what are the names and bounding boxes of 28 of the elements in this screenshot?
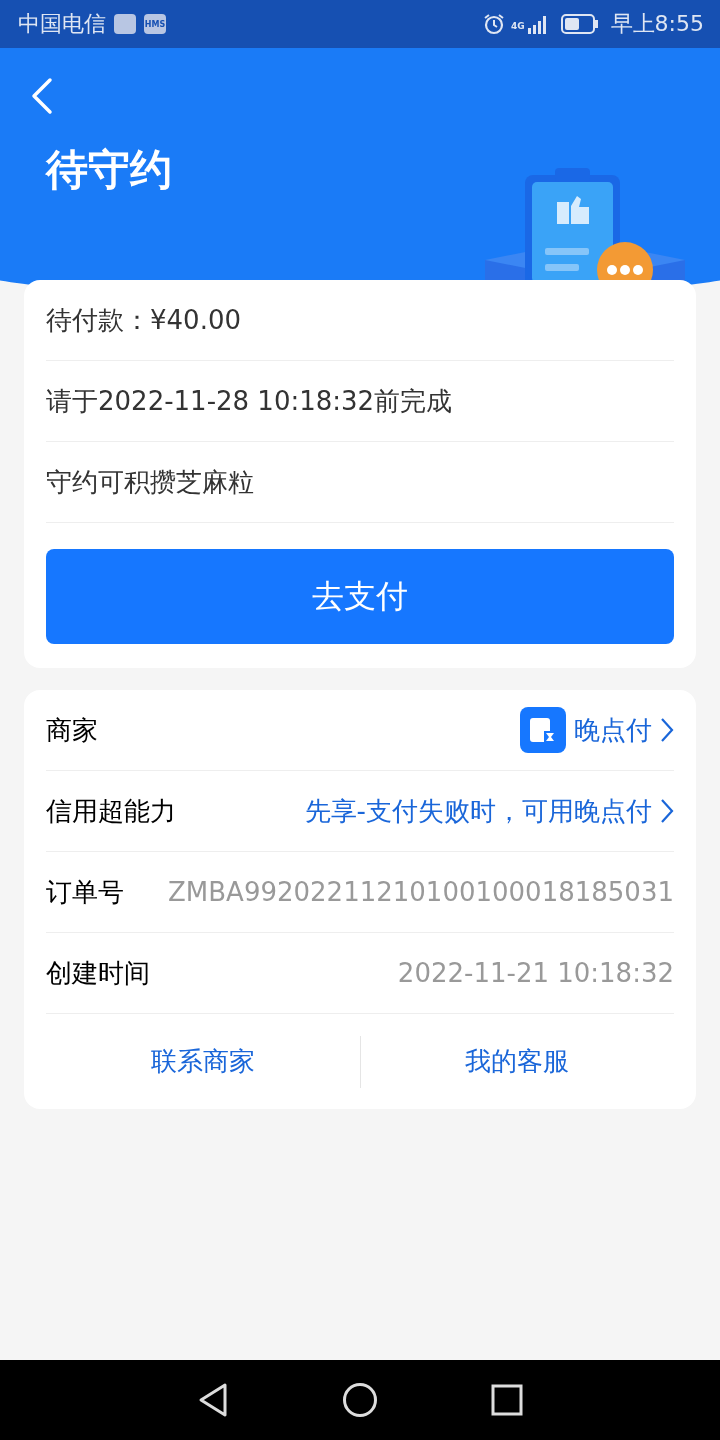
action-link[interactable]: 我的客服 (360, 1044, 674, 1079)
recents-icon[interactable] (491, 1384, 524, 1416)
merchant-link[interactable]: 晚点付 (574, 712, 652, 748)
order-info-text: 待付款：¥40.00 (46, 303, 241, 337)
field-label: 信用超能力 (46, 794, 176, 828)
credit-link[interactable]: 先享-支付失败时，可用晚点付 (304, 793, 652, 829)
order-info-text: 请于2022-11-28 10:18:32前完成 (46, 384, 453, 418)
field-value: 2022-11-21 10:18:32 (397, 958, 674, 988)
clock-time: 早上8:55 (610, 10, 704, 38)
network-type: 4G (510, 21, 525, 31)
alarm-icon (482, 13, 505, 35)
home-icon[interactable] (342, 1382, 378, 1418)
chevron-icon (660, 798, 674, 824)
carrier-name: 中国电信 (18, 10, 106, 38)
field-value: ZMBA99202211210100100018185031 (168, 877, 674, 907)
field-label: 创建时间 (46, 956, 150, 990)
field-label: 订单号 (46, 875, 124, 909)
page-title: 待守约 (46, 144, 172, 196)
signal-icon (526, 14, 549, 34)
chevron-icon (660, 717, 674, 743)
app-icon (114, 14, 136, 34)
merchant-logo-icon (520, 707, 566, 753)
field-label: 商家 (46, 713, 98, 747)
pay-button[interactable]: 去支付 (46, 549, 674, 644)
action-link[interactable]: 联系商家 (46, 1044, 360, 1079)
app-badge: HMS (144, 14, 166, 34)
order-info-text: 守约可积攒芝麻粒 (46, 465, 254, 499)
battery-icon (560, 14, 599, 34)
